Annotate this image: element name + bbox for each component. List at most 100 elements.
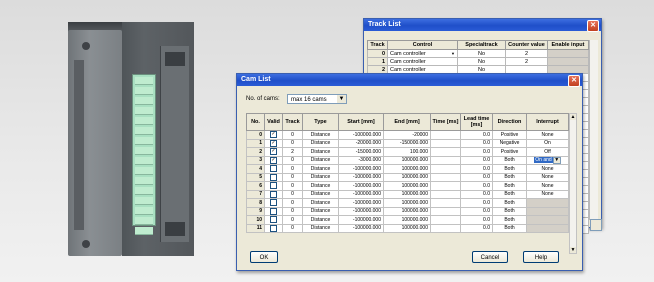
- checkbox-icon[interactable]: [270, 182, 277, 190]
- cam-lead-time-cell[interactable]: 0.0: [460, 215, 493, 225]
- checkbox-icon[interactable]: ✓: [270, 131, 277, 139]
- cam-interrupt-cell[interactable]: On: [526, 138, 569, 148]
- cam-lead-time-cell[interactable]: 0.0: [460, 206, 493, 216]
- track-counter-cell[interactable]: 2: [505, 57, 548, 66]
- chevron-down-icon[interactable]: ▼: [337, 95, 346, 103]
- track-row[interactable]: 0 Cam controller ▼ No 2: [367, 49, 589, 58]
- cam-interrupt-cell[interactable]: Off: [526, 147, 569, 157]
- cam-type-cell[interactable]: Distance: [302, 223, 339, 233]
- cam-start-cell[interactable]: -100000.000: [338, 172, 384, 182]
- cam-valid-cell[interactable]: [264, 172, 283, 182]
- cam-end-cell[interactable]: 100000.000: [383, 155, 431, 165]
- chevron-down-icon[interactable]: ▼: [451, 51, 455, 56]
- cam-direction-cell[interactable]: Both: [492, 164, 527, 174]
- cam-start-cell[interactable]: -15000.000: [338, 147, 384, 157]
- help-button[interactable]: Help: [523, 251, 559, 263]
- cam-track-cell[interactable]: 0: [282, 223, 303, 233]
- cam-valid-cell[interactable]: [264, 189, 283, 199]
- cam-type-cell[interactable]: Distance: [302, 198, 339, 208]
- cam-time-cell[interactable]: [430, 172, 461, 182]
- track-control-cell[interactable]: Cam controller: [387, 57, 458, 66]
- cam-start-cell[interactable]: -100000.000: [338, 164, 384, 174]
- cam-start-cell[interactable]: -3000.000: [338, 155, 384, 165]
- cam-lead-time-cell[interactable]: 0.0: [460, 198, 493, 208]
- cam-track-cell[interactable]: 0: [282, 189, 303, 199]
- cam-lead-time-cell[interactable]: 0.0: [460, 172, 493, 182]
- cam-type-cell[interactable]: Distance: [302, 147, 339, 157]
- scroll-down-icon[interactable]: ▼: [570, 247, 576, 253]
- track-list-side-button[interactable]: [590, 219, 602, 231]
- cam-valid-cell[interactable]: ✓: [264, 147, 283, 157]
- cam-time-cell[interactable]: [430, 198, 461, 208]
- cam-valid-cell[interactable]: [264, 206, 283, 216]
- track-enable-cell[interactable]: [547, 49, 589, 58]
- cam-direction-cell[interactable]: Both: [492, 172, 527, 182]
- cam-interrupt-cell[interactable]: [526, 223, 569, 233]
- cam-time-cell[interactable]: [430, 215, 461, 225]
- cam-row[interactable]: 0 ✓ 0 Distance -100000.000 -20000 0.0 Positive N…: [246, 130, 569, 140]
- cam-valid-cell[interactable]: ✓: [264, 155, 283, 165]
- cam-direction-cell[interactable]: Negative: [492, 138, 527, 148]
- cam-lead-time-cell[interactable]: 0.0: [460, 155, 493, 165]
- cam-type-cell[interactable]: Distance: [302, 189, 339, 199]
- cam-start-cell[interactable]: -100000.000: [338, 215, 384, 225]
- checkbox-icon[interactable]: [270, 207, 277, 215]
- cam-row[interactable]: 7 0 Distance -100000.000 100000.000 0.0 Both No…: [246, 189, 569, 199]
- cam-row[interactable]: 2 ✓ 2 Distance -15000.000 100.000 0.0 Positive O…: [246, 147, 569, 157]
- cam-time-cell[interactable]: [430, 206, 461, 216]
- cam-row[interactable]: 4 0 Distance -100000.000 100000.000 0.0 Both No…: [246, 164, 569, 174]
- checkbox-icon[interactable]: [270, 165, 277, 173]
- cam-track-cell[interactable]: 2: [282, 147, 303, 157]
- cam-valid-cell[interactable]: ✓: [264, 138, 283, 148]
- cam-interrupt-cell[interactable]: On and ▼: [526, 155, 569, 165]
- cam-valid-cell[interactable]: [264, 198, 283, 208]
- cam-lead-time-cell[interactable]: 0.0: [460, 189, 493, 199]
- cam-direction-cell[interactable]: Positive: [492, 147, 527, 157]
- cam-start-cell[interactable]: -100000.000: [338, 130, 384, 140]
- cam-direction-cell[interactable]: Both: [492, 181, 527, 191]
- cam-end-cell[interactable]: 100000.000: [383, 189, 431, 199]
- cam-time-cell[interactable]: [430, 189, 461, 199]
- track-row[interactable]: 1 Cam controller No 2: [367, 57, 589, 66]
- checkbox-icon[interactable]: ✓: [270, 156, 277, 164]
- cam-direction-cell[interactable]: Both: [492, 189, 527, 199]
- cam-interrupt-cell[interactable]: None: [526, 189, 569, 199]
- cam-lead-time-cell[interactable]: 0.0: [460, 181, 493, 191]
- track-enable-cell[interactable]: [547, 57, 589, 66]
- cam-row[interactable]: 8 0 Distance -100000.000 100000.000 0.0 Both: [246, 198, 569, 208]
- cam-type-cell[interactable]: Distance: [302, 206, 339, 216]
- cam-time-cell[interactable]: [430, 155, 461, 165]
- cam-lead-time-cell[interactable]: 0.0: [460, 164, 493, 174]
- cam-end-cell[interactable]: 100000.000: [383, 164, 431, 174]
- interrupt-select-value[interactable]: On and: [534, 156, 553, 163]
- close-icon[interactable]: ✕: [568, 75, 580, 87]
- chevron-down-icon[interactable]: ▼: [552, 156, 561, 164]
- cam-valid-cell[interactable]: [264, 181, 283, 191]
- close-icon[interactable]: ✕: [587, 20, 599, 32]
- cam-end-cell[interactable]: -150000.000: [383, 138, 431, 148]
- cam-row[interactable]: 10 0 Distance -100000.000 100000.000 0.0 Both: [246, 215, 569, 225]
- cam-direction-cell[interactable]: Both: [492, 198, 527, 208]
- cam-track-cell[interactable]: 0: [282, 198, 303, 208]
- cam-direction-cell[interactable]: Both: [492, 206, 527, 216]
- cam-direction-cell[interactable]: Positive: [492, 130, 527, 140]
- cam-start-cell[interactable]: -20000.000: [338, 138, 384, 148]
- cam-interrupt-cell[interactable]: [526, 198, 569, 208]
- checkbox-icon[interactable]: [270, 224, 277, 232]
- cam-table-scrollbar[interactable]: ▲ ▼: [569, 113, 577, 254]
- cam-time-cell[interactable]: [430, 138, 461, 148]
- cam-row[interactable]: 9 0 Distance -100000.000 100000.000 0.0 Both: [246, 206, 569, 216]
- cam-start-cell[interactable]: -100000.000: [338, 223, 384, 233]
- cam-end-cell[interactable]: 100000.000: [383, 206, 431, 216]
- checkbox-icon[interactable]: ✓: [270, 139, 277, 147]
- cam-track-cell[interactable]: 0: [282, 138, 303, 148]
- track-special-cell[interactable]: No: [457, 49, 506, 58]
- ok-button[interactable]: OK: [250, 251, 278, 263]
- cam-start-cell[interactable]: -100000.000: [338, 189, 384, 199]
- cam-row[interactable]: 3 ✓ 0 Distance -3000.000 100000.000 0.0 Both On …: [246, 155, 569, 165]
- cam-type-cell[interactable]: Distance: [302, 215, 339, 225]
- cam-direction-cell[interactable]: Both: [492, 215, 527, 225]
- cam-track-cell[interactable]: 0: [282, 172, 303, 182]
- cam-track-cell[interactable]: 0: [282, 155, 303, 165]
- cam-track-cell[interactable]: 0: [282, 181, 303, 191]
